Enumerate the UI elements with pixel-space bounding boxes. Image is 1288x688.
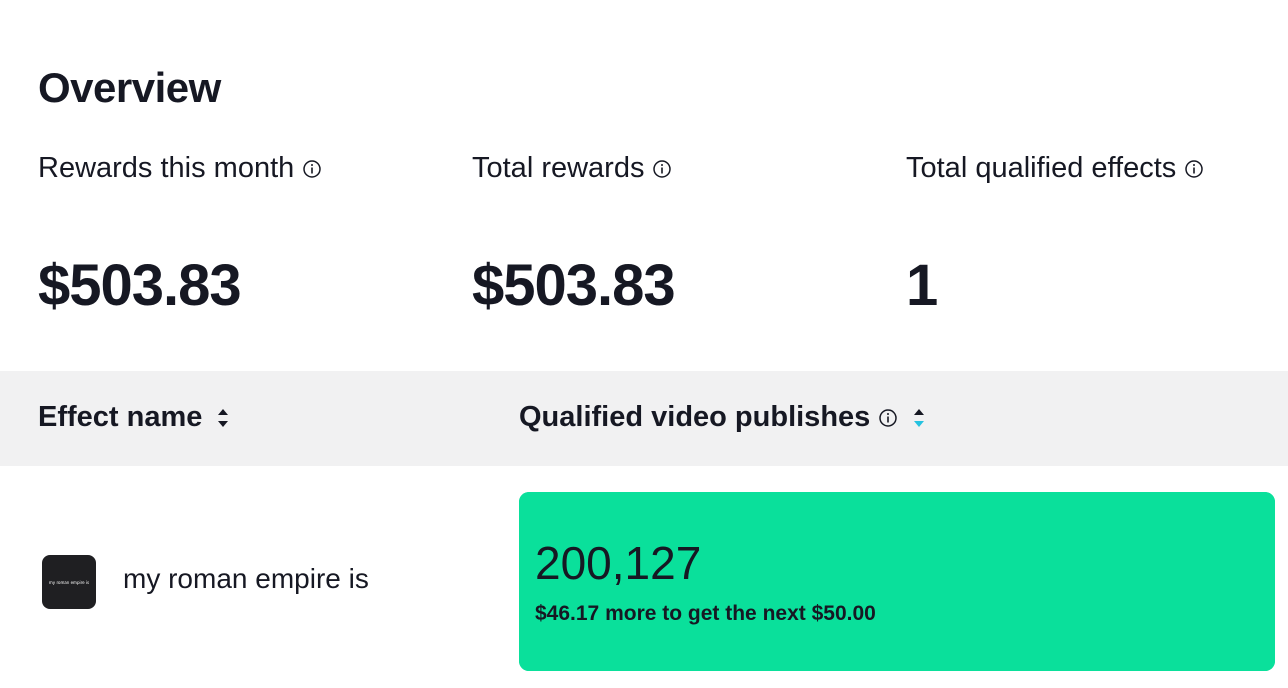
info-icon[interactable] xyxy=(302,159,322,179)
sort-icon[interactable] xyxy=(216,405,230,431)
stat-label-text: Total rewards xyxy=(472,152,645,184)
column-header-label: Effect name xyxy=(38,401,203,433)
table-header: Effect name Qualified video publishes xyxy=(0,371,1288,466)
stat-label-text: Total qualified effects xyxy=(906,152,1177,184)
publishes-count: 200,127 xyxy=(535,537,702,589)
publishes-progress-card: 200,127 $46.17 more to get the next $50.… xyxy=(519,492,1275,671)
table-row[interactable]: my roman empire is my roman empire is 20… xyxy=(0,466,1288,688)
effect-thumbnail: my roman empire is xyxy=(42,555,96,609)
progress-note: $46.17 more to get the next $50.00 xyxy=(535,602,876,625)
page-title: Overview xyxy=(38,64,221,111)
effect-thumbnail-text: my roman empire is xyxy=(48,579,90,585)
info-icon[interactable] xyxy=(1184,159,1204,179)
column-header-label: Qualified video publishes xyxy=(519,401,871,433)
effect-name: my roman empire is xyxy=(123,563,369,594)
column-header-effect-name[interactable]: Effect name xyxy=(38,401,230,434)
stat-value-total-qualified-effects: 1 xyxy=(906,253,938,318)
stat-label-total-qualified-effects: Total qualified effects xyxy=(906,152,1204,185)
stat-value-rewards-this-month: $503.83 xyxy=(38,253,242,318)
sort-icon[interactable] xyxy=(912,405,926,431)
stat-label-text: Rewards this month xyxy=(38,152,295,184)
stat-value-total-rewards: $503.83 xyxy=(472,253,676,318)
column-header-qualified-video-publishes[interactable]: Qualified video publishes xyxy=(519,401,926,434)
info-icon[interactable] xyxy=(878,408,898,428)
stat-label-rewards-this-month: Rewards this month xyxy=(38,152,322,185)
stat-label-total-rewards: Total rewards xyxy=(472,152,672,185)
info-icon[interactable] xyxy=(652,159,672,179)
